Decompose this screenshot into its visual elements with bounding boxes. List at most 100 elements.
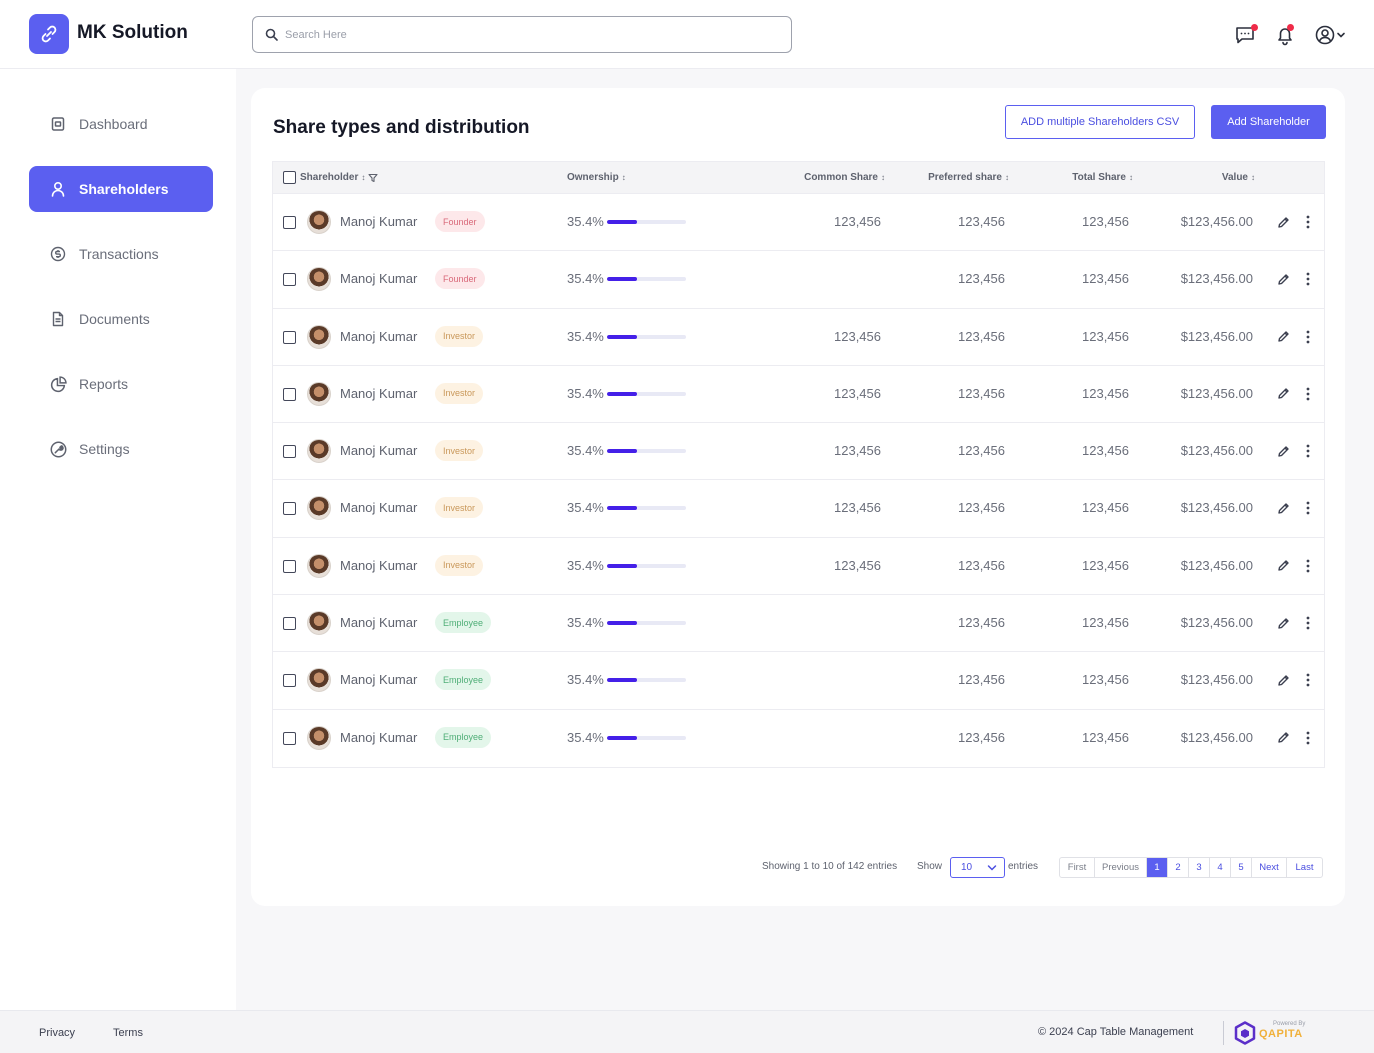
sort-icon[interactable]: ↕	[1129, 173, 1133, 182]
shareholder-name[interactable]: Manoj Kumar	[340, 730, 417, 745]
ownership-bar	[607, 277, 686, 282]
last-page-button[interactable]: Last	[1287, 858, 1322, 877]
table-row[interactable]: Manoj Kumar Employee 35.4% 123,456 123,456 $1…	[273, 652, 1324, 710]
row-checkbox[interactable]	[283, 674, 296, 688]
filter-icon[interactable]	[368, 173, 378, 183]
page-button-1[interactable]: 1	[1147, 858, 1168, 877]
row-checkbox[interactable]	[283, 216, 296, 229]
edit-button[interactable]	[1274, 213, 1292, 231]
table-row[interactable]: Manoj Kumar Investor 35.4% 123,456 123,456 12…	[273, 366, 1324, 424]
edit-button[interactable]	[1274, 270, 1292, 288]
table-row[interactable]: Manoj Kumar Investor 35.4% 123,456 123,456 12…	[273, 480, 1324, 538]
more-options-button[interactable]	[1299, 671, 1317, 689]
sidebar-item-documents[interactable]: Documents	[29, 296, 213, 342]
table-row[interactable]: Manoj Kumar Employee 35.4% 123,456 123,456 $1…	[273, 595, 1324, 653]
row-checkbox[interactable]	[283, 617, 296, 631]
column-label: Value	[1221, 172, 1248, 183]
sidebar-item-shareholders[interactable]: Shareholders	[29, 166, 213, 212]
more-options-button[interactable]	[1299, 213, 1317, 231]
search-box[interactable]	[252, 16, 792, 53]
row-checkbox[interactable]	[283, 330, 296, 344]
more-options-button[interactable]	[1299, 385, 1317, 403]
page-size-select[interactable]: 10	[950, 857, 1005, 878]
footer: Privacy Terms © 2024 Cap Table Managemen…	[0, 1010, 1374, 1053]
table-body: Manoj Kumar Founder 35.4% 123,456 123,456 123…	[273, 194, 1324, 767]
sort-icon[interactable]: ↕	[1005, 173, 1009, 182]
sort-icon[interactable]: ↕	[881, 173, 885, 182]
preferred-share-value: 123,456	[958, 328, 1005, 344]
first-page-button[interactable]: First	[1060, 858, 1095, 877]
edit-button[interactable]	[1274, 328, 1292, 346]
column-header-total-share[interactable]: Total Share ↕	[1019, 172, 1133, 183]
more-options-button[interactable]	[1299, 499, 1317, 517]
edit-button[interactable]	[1274, 442, 1292, 460]
page-button-2[interactable]: 2	[1168, 858, 1189, 877]
row-checkbox[interactable]	[283, 445, 296, 459]
select-all-checkbox[interactable]	[283, 171, 296, 184]
row-checkbox[interactable]	[283, 273, 296, 287]
table-row[interactable]: Manoj Kumar Investor 35.4% 123,456 123,456 12…	[273, 309, 1324, 366]
table-row[interactable]: Manoj Kumar Founder 35.4% 123,456 123,456 123…	[273, 194, 1324, 252]
edit-button[interactable]	[1274, 385, 1292, 403]
shareholder-name[interactable]: Manoj Kumar	[340, 672, 417, 687]
row-checkbox[interactable]	[283, 559, 296, 573]
page-button-3[interactable]: 3	[1189, 858, 1210, 877]
next-page-button[interactable]: Next	[1252, 858, 1287, 877]
sort-icon[interactable]: ↕	[622, 173, 626, 182]
shareholder-name[interactable]: Manoj Kumar	[340, 558, 417, 573]
more-options-button[interactable]	[1299, 557, 1317, 575]
column-header-shareholder[interactable]: Shareholder ↕	[300, 172, 378, 183]
shareholder-name[interactable]: Manoj Kumar	[340, 214, 417, 229]
total-share-value: 123,456	[1082, 615, 1129, 631]
more-options-button[interactable]	[1299, 328, 1317, 346]
pencil-icon	[1277, 732, 1289, 743]
table-row[interactable]: Manoj Kumar Founder 35.4% 123,456 123,456 $12…	[273, 251, 1324, 309]
shareholder-name[interactable]: Manoj Kumar	[340, 386, 417, 401]
shareholder-name[interactable]: Manoj Kumar	[340, 329, 417, 344]
add-shareholder-button[interactable]: Add Shareholder	[1211, 105, 1326, 139]
chevron-down-icon	[987, 865, 997, 871]
more-options-button[interactable]	[1299, 614, 1317, 632]
privacy-link[interactable]: Privacy	[39, 1027, 75, 1039]
shareholder-name[interactable]: Manoj Kumar	[340, 443, 417, 458]
profile-menu[interactable]	[1311, 22, 1349, 48]
terms-link[interactable]: Terms	[113, 1027, 143, 1039]
column-header-preferred-share[interactable]: Preferred share ↕	[895, 172, 1009, 183]
table-row[interactable]: Manoj Kumar Employee 35.4% 123,456 123,456 $1…	[273, 710, 1324, 767]
edit-button[interactable]	[1274, 614, 1292, 632]
edit-button[interactable]	[1274, 671, 1292, 689]
page-size-value: 10	[961, 862, 973, 873]
previous-page-button[interactable]: Previous	[1095, 858, 1147, 877]
row-checkbox[interactable]	[283, 502, 296, 516]
search-input[interactable]	[285, 25, 775, 45]
table-row[interactable]: Manoj Kumar Investor 35.4% 123,456 123,456 12…	[273, 538, 1324, 596]
more-options-button[interactable]	[1299, 729, 1317, 747]
row-checkbox[interactable]	[283, 387, 296, 401]
sidebar-item-reports[interactable]: Reports	[29, 361, 213, 407]
add-multiple-shareholders-csv-button[interactable]: ADD multiple Shareholders CSV	[1005, 105, 1195, 139]
column-header-ownership[interactable]: Ownership ↕	[567, 172, 626, 183]
edit-button[interactable]	[1274, 499, 1292, 517]
more-options-button[interactable]	[1299, 442, 1317, 460]
shareholder-name[interactable]: Manoj Kumar	[340, 500, 417, 515]
table-row[interactable]: Manoj Kumar Investor 35.4% 123,456 123,456 12…	[273, 423, 1324, 481]
column-header-common-share[interactable]: Common Share ↕	[773, 172, 885, 183]
top-bar: MK Solution	[0, 0, 1374, 69]
brand-logo[interactable]	[29, 14, 69, 54]
sidebar-item-transactions[interactable]: Transactions	[29, 231, 213, 277]
row-checkbox[interactable]	[283, 731, 296, 745]
sort-icon[interactable]: ↕	[1251, 173, 1255, 182]
page-button-5[interactable]: 5	[1231, 858, 1252, 877]
shareholder-name[interactable]: Manoj Kumar	[340, 615, 417, 630]
messages-button[interactable]	[1232, 22, 1258, 48]
more-options-button[interactable]	[1299, 270, 1317, 288]
sort-icon[interactable]: ↕	[361, 173, 365, 182]
edit-button[interactable]	[1274, 557, 1292, 575]
page-button-4[interactable]: 4	[1210, 858, 1231, 877]
sidebar-item-dashboard[interactable]: Dashboard	[29, 101, 213, 147]
shareholder-name[interactable]: Manoj Kumar	[340, 271, 417, 286]
sidebar-item-settings[interactable]: Settings	[29, 426, 213, 472]
edit-button[interactable]	[1274, 729, 1292, 747]
notifications-button[interactable]	[1272, 22, 1298, 48]
column-header-value[interactable]: Value ↕	[1143, 172, 1255, 183]
